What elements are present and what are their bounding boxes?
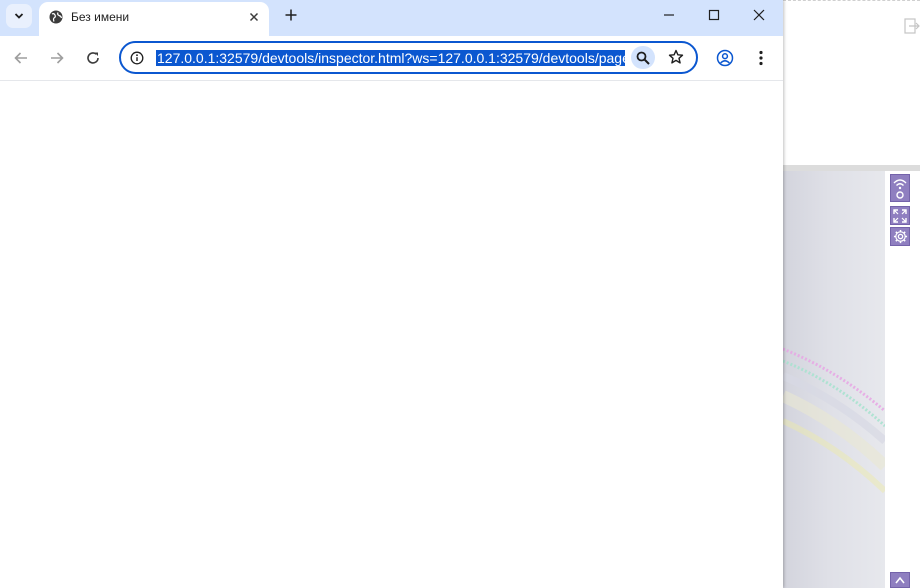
search-icon — [636, 51, 650, 65]
browser-tab[interactable]: Без имени — [39, 2, 269, 36]
chevron-up-icon — [895, 576, 905, 584]
background-app-window — [783, 0, 920, 588]
settings-tool-button[interactable] — [890, 227, 910, 246]
fullscreen-icon — [893, 208, 907, 223]
kebab-menu-icon — [759, 50, 763, 66]
tab-search-button[interactable] — [6, 4, 32, 28]
fullscreen-tool-button[interactable] — [890, 206, 910, 225]
page-content[interactable] — [0, 81, 783, 588]
wifi-icon — [893, 179, 907, 199]
url-text[interactable]: 127.0.0.1:32579/devtools/inspector.html?… — [156, 49, 625, 67]
info-icon[interactable] — [129, 50, 145, 66]
browser-window: Без имени 127.0.0.1:32579/devtools/inspe… — [0, 0, 783, 588]
tab-close-icon[interactable] — [246, 9, 262, 25]
plus-icon — [285, 9, 297, 21]
scroll-up-button[interactable] — [890, 572, 910, 588]
browser-toolbar: 127.0.0.1:32579/devtools/inspector.html?… — [0, 36, 783, 81]
globe-icon — [48, 9, 64, 25]
gear-icon — [893, 229, 907, 244]
minimize-button[interactable] — [651, 3, 687, 27]
profile-button[interactable] — [713, 46, 737, 70]
decorative-curves — [783, 347, 885, 494]
profile-icon — [716, 49, 734, 67]
maximize-icon — [708, 9, 720, 21]
back-button[interactable] — [9, 46, 33, 70]
tab-strip: Без имени — [0, 0, 783, 36]
address-bar[interactable]: 127.0.0.1:32579/devtools/inspector.html?… — [119, 41, 698, 74]
bookmark-star-icon[interactable] — [667, 48, 685, 66]
background-canvas — [783, 171, 885, 588]
reload-icon — [87, 52, 99, 64]
close-window-button[interactable] — [741, 3, 777, 27]
tab-title: Без имени — [71, 10, 130, 24]
new-tab-button[interactable] — [281, 5, 301, 25]
browser-menu-button[interactable] — [749, 46, 773, 70]
export-icon[interactable] — [903, 17, 920, 35]
tool-strip — [885, 171, 920, 588]
url-selection: 127.0.0.1:32579/devtools/inspector.html?… — [156, 50, 625, 66]
arrow-right-icon — [51, 52, 64, 64]
minimize-icon — [664, 14, 674, 16]
close-icon — [753, 9, 765, 21]
arrow-left-icon — [14, 52, 27, 64]
maximize-button[interactable] — [696, 3, 732, 27]
reload-button[interactable] — [81, 46, 105, 70]
search-button[interactable] — [631, 46, 655, 69]
chevron-down-icon — [14, 13, 24, 19]
wifi-tool-button[interactable] — [890, 174, 910, 202]
forward-button[interactable] — [45, 46, 69, 70]
background-top-panel — [783, 0, 920, 165]
